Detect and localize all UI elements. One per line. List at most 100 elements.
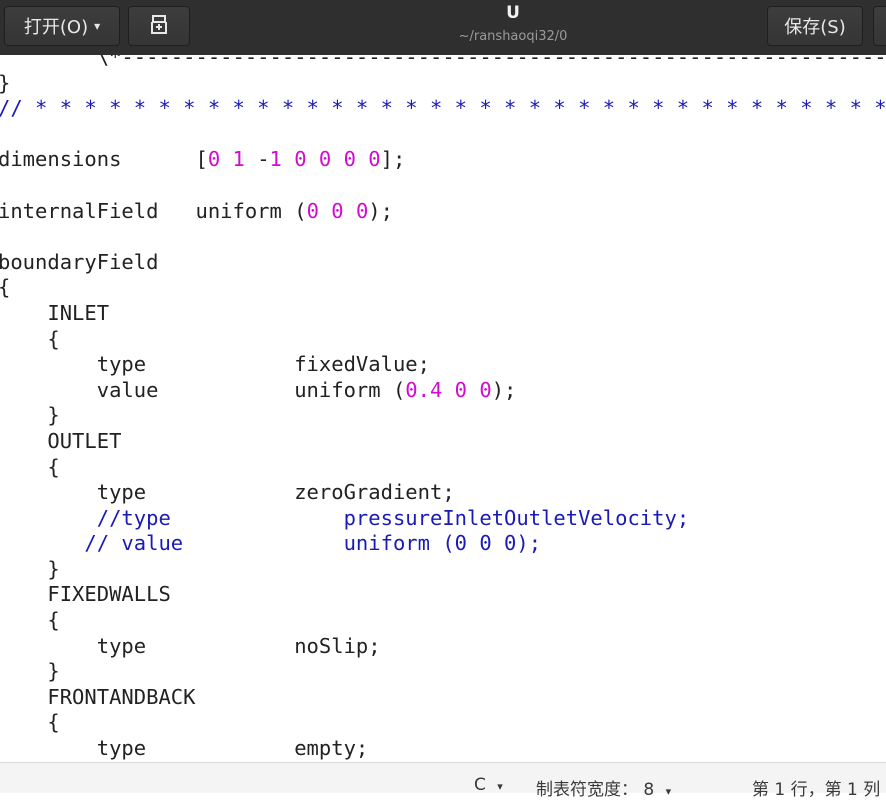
open-button-label: 打开(O) (24, 13, 88, 39)
code-number: 0 (479, 378, 491, 402)
code-token (0, 506, 97, 530)
cursor-position-label: 第 1 行，第 1 列 (752, 780, 880, 800)
code-token (282, 147, 294, 171)
code-line: } (0, 557, 886, 583)
code-line: dimensions [0 1 -1 0 0 0 0]; (0, 147, 886, 173)
language-label: C (474, 775, 486, 795)
code-line: type noSlip; (0, 634, 886, 660)
new-document-button[interactable] (128, 6, 190, 46)
code-number: 0 (307, 199, 319, 223)
save-button[interactable]: 保存(S) (767, 6, 863, 46)
code-number: 0 (344, 147, 356, 171)
code-token: ); (368, 199, 393, 223)
code-token: } (0, 403, 60, 427)
code-line: internalField uniform (0 0 0); (0, 199, 886, 225)
code-token: - (245, 147, 270, 171)
code-line: boundaryField (0, 250, 886, 276)
code-comment: //type pressureInletOutletVelocity; (97, 506, 689, 530)
code-token (356, 147, 368, 171)
code-number: 1 (270, 147, 282, 171)
tab-width-label: 制表符宽度： (536, 780, 638, 800)
code-token: { (0, 327, 60, 351)
code-line (0, 173, 886, 199)
code-token: ]; (381, 147, 406, 171)
code-token: FIXEDWALLS (0, 582, 171, 606)
code-token (307, 147, 319, 171)
save-button-label: 保存(S) (784, 13, 845, 39)
code-line: { (0, 275, 886, 301)
code-line: FIXEDWALLS (0, 582, 886, 608)
code-line: { (0, 455, 886, 481)
code-line: } (0, 71, 886, 97)
cursor-position-selector[interactable]: 第 1 行，第 1 列 (752, 775, 880, 800)
code-line: value uniform (0.4 0 0); (0, 378, 886, 404)
code-token: ); (492, 378, 517, 402)
code-line: OUTLET (0, 429, 886, 455)
code-token: } (0, 659, 60, 683)
code-number: 0 (208, 147, 220, 171)
code-line: { (0, 608, 886, 634)
code-number: 0 (356, 199, 368, 223)
code-token (344, 199, 356, 223)
chevron-down-icon: ▾ (94, 19, 100, 33)
window-title-area: U ~/ranshaoqi32/0 (380, 2, 646, 46)
code-token (0, 531, 84, 555)
code-line (0, 122, 886, 148)
header-bar: 打开(O) ▾ U ~/ranshaoqi32/0 保存(S) (0, 0, 886, 55)
code-line: INLET (0, 301, 886, 327)
code-comment: // value uniform (0 0 0); (84, 531, 541, 555)
code-token: dimensions [ (0, 147, 208, 171)
code-line: type fixedValue; (0, 352, 886, 378)
code-token: } (0, 71, 10, 95)
code-token: { (0, 455, 60, 479)
code-token: FRONTANDBACK (0, 685, 195, 709)
code-token: { (0, 608, 60, 632)
code-line: FRONTANDBACK (0, 685, 886, 711)
code-token: type noSlip; (0, 634, 381, 658)
open-button[interactable]: 打开(O) ▾ (4, 6, 120, 46)
code-token: type zeroGradient; (0, 480, 455, 504)
language-selector[interactable]: C ▾ (474, 775, 503, 795)
code-line: } (0, 403, 886, 429)
code-line (0, 224, 886, 250)
tab-width-value: 8 (643, 780, 654, 800)
text-editor[interactable]: \*--------------------------------------… (0, 55, 886, 762)
code-token: type fixedValue; (0, 352, 430, 376)
code-line: { (0, 327, 886, 353)
code-line: //type pressureInletOutletVelocity; (0, 506, 886, 532)
chevron-down-icon: ▾ (497, 780, 503, 793)
code-token: value uniform ( (0, 378, 405, 402)
code-line: type empty; (0, 736, 886, 762)
code-number: 0 (294, 147, 306, 171)
code-number: 0.4 (405, 378, 442, 402)
menu-button[interactable] (873, 6, 886, 46)
code-token (331, 147, 343, 171)
tab-width-selector[interactable]: 制表符宽度： 8 ▾ (536, 775, 671, 800)
code-token: { (0, 710, 60, 734)
code-token: } (0, 557, 60, 581)
code-token: boundaryField (0, 250, 158, 274)
code-token (442, 378, 454, 402)
code-number: 0 (331, 199, 343, 223)
code-token: internalField uniform ( (0, 199, 307, 223)
code-token: { (0, 275, 10, 299)
code-line: // value uniform (0 0 0); (0, 531, 886, 557)
window-title: U (380, 2, 646, 24)
new-document-icon (148, 13, 170, 40)
code-token (220, 147, 232, 171)
code-number: 1 (233, 147, 245, 171)
code-comment: // * * * * * * * * * * * * * * * * * * *… (0, 96, 886, 120)
code-token: OUTLET (0, 429, 121, 453)
code-line: type zeroGradient; (0, 480, 886, 506)
window-subtitle: ~/ranshaoqi32/0 (380, 28, 646, 46)
code-token: type empty; (0, 736, 368, 760)
code-token: INLET (0, 301, 109, 325)
code-token (467, 378, 479, 402)
status-bar: C ▾ 制表符宽度： 8 ▾ 第 1 行，第 1 列 (0, 762, 886, 793)
code-token: \*--------------------------------------… (0, 55, 886, 69)
code-line: // * * * * * * * * * * * * * * * * * * *… (0, 96, 886, 122)
code-line: \*--------------------------------------… (0, 55, 886, 71)
code-number: 0 (319, 147, 331, 171)
code-line: { (0, 710, 886, 736)
code-text: \*--------------------------------------… (0, 55, 886, 762)
